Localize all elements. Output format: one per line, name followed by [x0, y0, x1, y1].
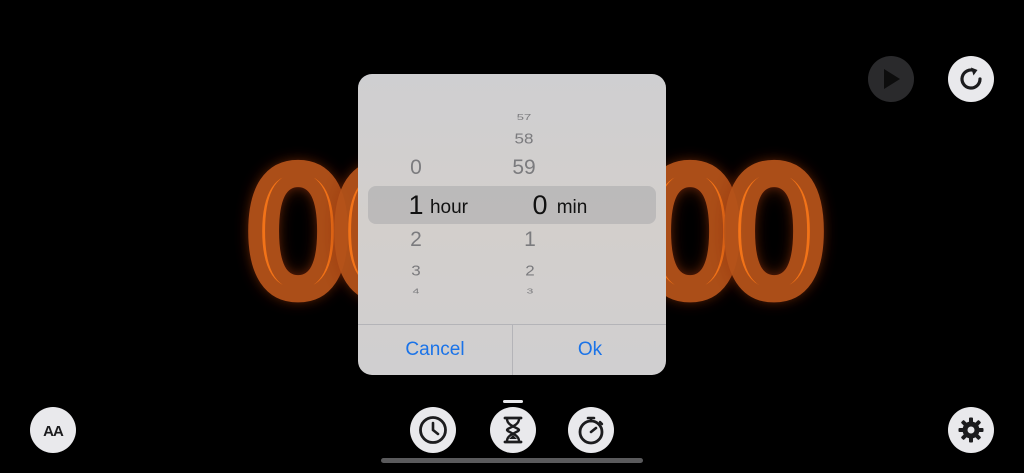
reset-button[interactable]: [948, 56, 994, 102]
play-button[interactable]: [868, 56, 914, 102]
hour-option[interactable]: 2: [396, 228, 436, 252]
ok-button[interactable]: Ok: [513, 325, 666, 375]
tab-stopwatch[interactable]: [568, 407, 614, 453]
hour-option[interactable]: 4: [396, 287, 436, 295]
settings-button[interactable]: [948, 407, 994, 453]
tab-clock[interactable]: [410, 407, 456, 453]
hourglass-icon: [499, 415, 527, 445]
minute-option[interactable]: 3: [510, 287, 550, 295]
stopwatch-icon: [575, 414, 607, 446]
time-picker-dialog: 0 1 hour 2 3 4 57 58 59 0 min 1 2 3 Canc…: [358, 74, 666, 375]
hour-option[interactable]: 0: [396, 156, 436, 180]
home-indicator: [381, 458, 643, 463]
time-picker[interactable]: 0 1 hour 2 3 4 57 58 59 0 min 1 2 3: [358, 74, 666, 324]
font-size-button[interactable]: AA: [30, 407, 76, 453]
timer-digit: 0: [713, 136, 835, 334]
minute-option[interactable]: 2: [510, 263, 550, 280]
gear-icon: [957, 416, 985, 444]
minute-option[interactable]: 59: [504, 156, 544, 180]
cancel-button[interactable]: Cancel: [358, 325, 512, 375]
selected-tab-indicator: [503, 400, 523, 403]
minute-option[interactable]: 1: [510, 228, 550, 252]
minute-option[interactable]: 58: [504, 131, 544, 148]
hour-option[interactable]: 3: [396, 263, 436, 280]
font-size-icon: AA: [43, 422, 64, 440]
clock-icon: [417, 414, 449, 446]
refresh-icon: [956, 64, 986, 94]
tab-timer[interactable]: [490, 407, 536, 453]
play-icon: [880, 67, 902, 91]
minute-unit-label: min: [556, 197, 588, 218]
minute-option[interactable]: 57: [504, 113, 544, 122]
hour-unit-label: hour: [429, 197, 469, 218]
